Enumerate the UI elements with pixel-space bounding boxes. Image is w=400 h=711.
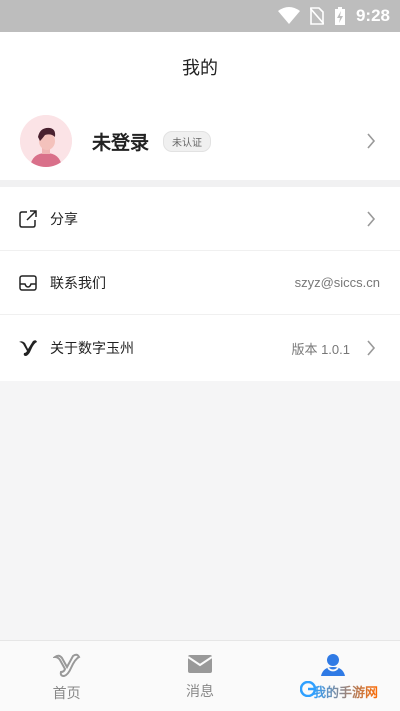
app-logo-icon — [18, 338, 38, 358]
tab-messages[interactable]: 消息 — [133, 641, 266, 711]
bottom-tab-bar: 首页 消息 我的 我的手游网 — [0, 640, 400, 711]
battery-charging-icon — [334, 7, 345, 25]
home-logo-icon — [52, 653, 80, 677]
chevron-right-icon — [367, 133, 376, 149]
page-title: 我的 — [182, 58, 218, 79]
menu-item-label: 联系我们 — [50, 275, 106, 292]
status-time: 9:28 — [355, 6, 390, 25]
contact-email: szyz@siccs.cn — [294, 275, 380, 290]
verification-badge: 未认证 — [163, 130, 212, 152]
app-version: 版本 1.0.1 — [291, 341, 350, 357]
section-divider — [0, 180, 400, 187]
menu-item-share[interactable]: 分享 — [0, 187, 400, 251]
menu-item-about[interactable]: 关于数字玉州 版本 1.0.1 — [0, 315, 400, 381]
page-header: 我的 — [0, 32, 400, 102]
user-avatar-icon — [20, 115, 72, 167]
menu-item-contact[interactable]: 联系我们 szyz@siccs.cn — [0, 251, 400, 315]
tab-home[interactable]: 首页 — [0, 641, 133, 711]
share-icon — [18, 209, 38, 229]
menu-item-label: 分享 — [50, 211, 78, 228]
avatar — [20, 115, 72, 167]
profile-card[interactable]: 未登录 未认证 — [0, 102, 400, 180]
tab-label: 消息 — [185, 684, 214, 700]
wifi-icon — [277, 7, 300, 24]
chevron-right-icon — [367, 210, 376, 227]
chevron-right-icon — [367, 340, 376, 356]
status-bar: 9:28 — [0, 0, 400, 32]
settings-menu: 分享 联系我们 szyz@siccs.cn 关于数字玉州 版本 1.0.1 — [0, 187, 400, 381]
user-icon — [321, 654, 346, 676]
no-sim-icon — [309, 7, 324, 25]
menu-item-label: 关于数字玉州 — [50, 341, 134, 357]
mail-icon — [187, 655, 213, 673]
profile-name: 未登录 — [92, 131, 150, 154]
inbox-icon — [18, 273, 38, 293]
tab-label: 首页 — [52, 686, 81, 702]
watermark-text: 我的手游网 — [313, 682, 378, 701]
